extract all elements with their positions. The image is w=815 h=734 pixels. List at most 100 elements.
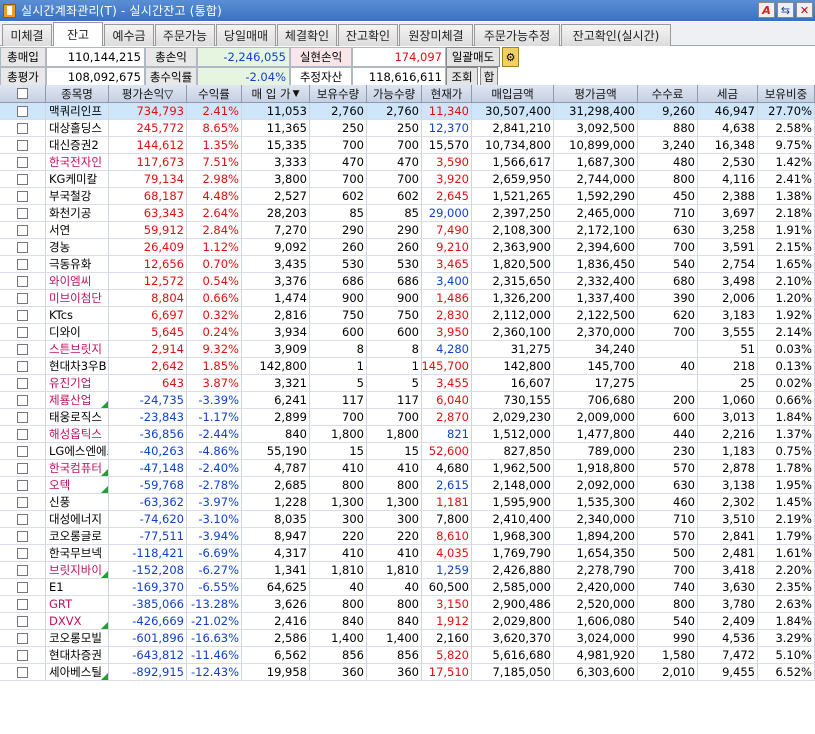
row-checkbox[interactable] (17, 190, 28, 202)
row-checkbox-cell[interactable] (0, 528, 46, 545)
row-checkbox[interactable] (17, 377, 28, 389)
row-checkbox[interactable] (17, 122, 28, 134)
tab-orderable[interactable]: 주문가능 (155, 24, 215, 46)
row-checkbox-cell[interactable] (0, 494, 46, 511)
table-row[interactable]: 오텍 -59,768 -2.78% 2,685 800 800 2,615 2,148,000… (0, 477, 815, 494)
table-row[interactable]: 브릿지바이 -152,208 -6.27% 1,341 1,810 1,810 1,259 2… (0, 562, 815, 579)
row-checkbox[interactable] (17, 496, 28, 508)
row-checkbox[interactable] (17, 598, 28, 610)
row-checkbox-cell[interactable] (0, 239, 46, 256)
row-checkbox[interactable] (17, 445, 28, 457)
table-row[interactable]: 맥쿼리인프 734,793 2.41% 11,053 2,760 2,760 11,340 3… (0, 103, 815, 120)
row-checkbox[interactable] (17, 292, 28, 304)
query-button[interactable]: 조회 (446, 67, 478, 87)
row-checkbox[interactable] (17, 615, 28, 627)
row-checkbox-cell[interactable] (0, 375, 46, 392)
row-checkbox[interactable] (17, 258, 28, 270)
table-row[interactable]: 대상홀딩스 245,772 8.65% 11,365 250 250 12,370 2,841… (0, 120, 815, 137)
tab-execution-check[interactable]: 체결확인 (277, 24, 337, 46)
table-row[interactable]: 와이엠씨 12,572 0.54% 3,376 686 686 3,400 2,315,650… (0, 273, 815, 290)
link-icon[interactable]: ⇆ (777, 2, 794, 18)
row-checkbox[interactable] (17, 530, 28, 542)
table-row[interactable]: 경농 26,409 1.12% 9,092 260 260 9,210 2,363,900 2,… (0, 239, 815, 256)
table-row[interactable]: 부국철강 68,187 4.48% 2,527 602 602 2,645 1,521,265… (0, 188, 815, 205)
row-checkbox-cell[interactable] (0, 273, 46, 290)
tab-unfilled[interactable]: 미체결 (2, 24, 52, 46)
table-row[interactable]: 코오롱글로 -77,511 -3.94% 8,947 220 220 8,610 1,968,… (0, 528, 815, 545)
row-checkbox-cell[interactable] (0, 579, 46, 596)
tab-balance-check-realtime[interactable]: 잔고확인(실시간) (561, 24, 671, 46)
row-checkbox[interactable] (17, 156, 28, 168)
font-icon[interactable]: A (758, 2, 775, 18)
header-cur-price[interactable]: 현재가 (422, 85, 472, 103)
row-checkbox-cell[interactable] (0, 137, 46, 154)
row-checkbox[interactable] (17, 547, 28, 559)
table-row[interactable]: 서연 59,912 2.84% 7,270 290 290 7,490 2,108,300 2,… (0, 222, 815, 239)
table-row[interactable]: 미브이첨단 8,804 0.66% 1,474 900 900 1,486 1,326,200… (0, 290, 815, 307)
table-row[interactable]: 대신증권2 144,612 1.35% 15,335 700 700 15,570 10,73… (0, 137, 815, 154)
tab-balance[interactable]: 잔고 (53, 22, 103, 46)
row-checkbox[interactable] (17, 411, 28, 423)
row-checkbox-cell[interactable] (0, 613, 46, 630)
row-checkbox[interactable] (17, 207, 28, 219)
row-checkbox-cell[interactable] (0, 307, 46, 324)
row-checkbox-cell[interactable] (0, 188, 46, 205)
header-avail-qty[interactable]: 가능수량 (367, 85, 422, 103)
row-checkbox[interactable] (17, 666, 28, 678)
header-tax[interactable]: 세금 (698, 85, 758, 103)
tab-today-trades[interactable]: 당일매매 (216, 24, 276, 46)
sum-button[interactable]: 합 (480, 67, 498, 87)
row-checkbox-cell[interactable] (0, 103, 46, 120)
row-checkbox[interactable] (17, 360, 28, 372)
row-checkbox-cell[interactable] (0, 154, 46, 171)
row-checkbox[interactable] (17, 275, 28, 287)
table-row[interactable]: 유진기업 643 3.87% 3,321 5 5 3,455 16,607 17,275 25 0.… (0, 375, 815, 392)
row-checkbox[interactable] (17, 343, 28, 355)
table-row[interactable]: 화천기공 63,343 2.64% 28,203 85 85 29,000 2,397,250… (0, 205, 815, 222)
header-hold-qty[interactable]: 보유수량 (310, 85, 367, 103)
row-checkbox-cell[interactable] (0, 290, 46, 307)
row-checkbox[interactable] (17, 462, 28, 474)
header-rate[interactable]: 수익률 (187, 85, 242, 103)
header-eval-pl[interactable]: 평가손익▽ (109, 85, 187, 103)
row-checkbox-cell[interactable] (0, 647, 46, 664)
table-row[interactable]: DXVX -426,669 -21.02% 2,416 840 840 1,912 2,029… (0, 613, 815, 630)
table-row[interactable]: 한국무브넥 -118,421 -6.69% 4,317 410 410 4,035 1,769… (0, 545, 815, 562)
row-checkbox-cell[interactable] (0, 205, 46, 222)
row-checkbox-cell[interactable] (0, 358, 46, 375)
tab-ledger-unfilled[interactable]: 원장미체결 (399, 24, 473, 46)
table-row[interactable]: E1 -169,370 -6.55% 64,625 40 40 60,500 2,585,00… (0, 579, 815, 596)
row-checkbox-cell[interactable] (0, 392, 46, 409)
tab-orderable-estimate[interactable]: 주문가능추정 (474, 24, 560, 46)
select-all-checkbox[interactable] (17, 88, 28, 99)
row-checkbox[interactable] (17, 479, 28, 491)
batch-sell-button[interactable]: 일괄매도 (446, 47, 500, 67)
row-checkbox-cell[interactable] (0, 596, 46, 613)
header-name[interactable]: 종목명 (46, 85, 109, 103)
table-row[interactable]: 한국컴퓨터 -47,148 -2.40% 4,787 410 410 4,680 1,962,… (0, 460, 815, 477)
row-checkbox[interactable] (17, 241, 28, 253)
row-checkbox-cell[interactable] (0, 324, 46, 341)
table-row[interactable]: 신풍 -63,362 -3.97% 1,228 1,300 1,300 1,181 1,595… (0, 494, 815, 511)
table-row[interactable]: 코오롱모빌 -601,896 -16.63% 2,586 1,400 1,400 2,160… (0, 630, 815, 647)
row-checkbox-cell[interactable] (0, 341, 46, 358)
close-icon[interactable]: ✕ (796, 2, 813, 18)
row-checkbox-cell[interactable] (0, 256, 46, 273)
header-weight[interactable]: 보유비중 (758, 85, 815, 103)
tab-deposit[interactable]: 예수금 (104, 24, 154, 46)
header-buy-amount[interactable]: 매입금액 (472, 85, 554, 103)
row-checkbox-cell[interactable] (0, 222, 46, 239)
table-row[interactable]: 한국전자인 117,673 7.51% 3,333 470 470 3,590 1,566,6… (0, 154, 815, 171)
row-checkbox[interactable] (17, 513, 28, 525)
table-row[interactable]: GRT -385,066 -13.28% 3,626 800 800 3,150 2,900,… (0, 596, 815, 613)
tab-balance-check[interactable]: 잔고확인 (338, 24, 398, 46)
row-checkbox-cell[interactable] (0, 664, 46, 681)
table-row[interactable]: KG케미칼 79,134 2.98% 3,800 700 700 3,920 2,659,95… (0, 171, 815, 188)
table-row[interactable]: 대성에너지 -74,620 -3.10% 8,035 300 300 7,800 2,410,… (0, 511, 815, 528)
table-row[interactable]: 현대차3우B 2,642 1.85% 142,800 1 1 145,700 142,800 1… (0, 358, 815, 375)
table-row[interactable]: 스튼브릿지 2,914 9.32% 3,909 8 8 4,280 31,275 34,240 5… (0, 341, 815, 358)
table-row[interactable]: 디와이 5,645 0.24% 3,934 600 600 3,950 2,360,100 2,… (0, 324, 815, 341)
table-row[interactable]: 태웅로직스 -23,843 -1.17% 2,899 700 700 2,870 2,029,… (0, 409, 815, 426)
row-checkbox-cell[interactable] (0, 562, 46, 579)
row-checkbox-cell[interactable] (0, 426, 46, 443)
